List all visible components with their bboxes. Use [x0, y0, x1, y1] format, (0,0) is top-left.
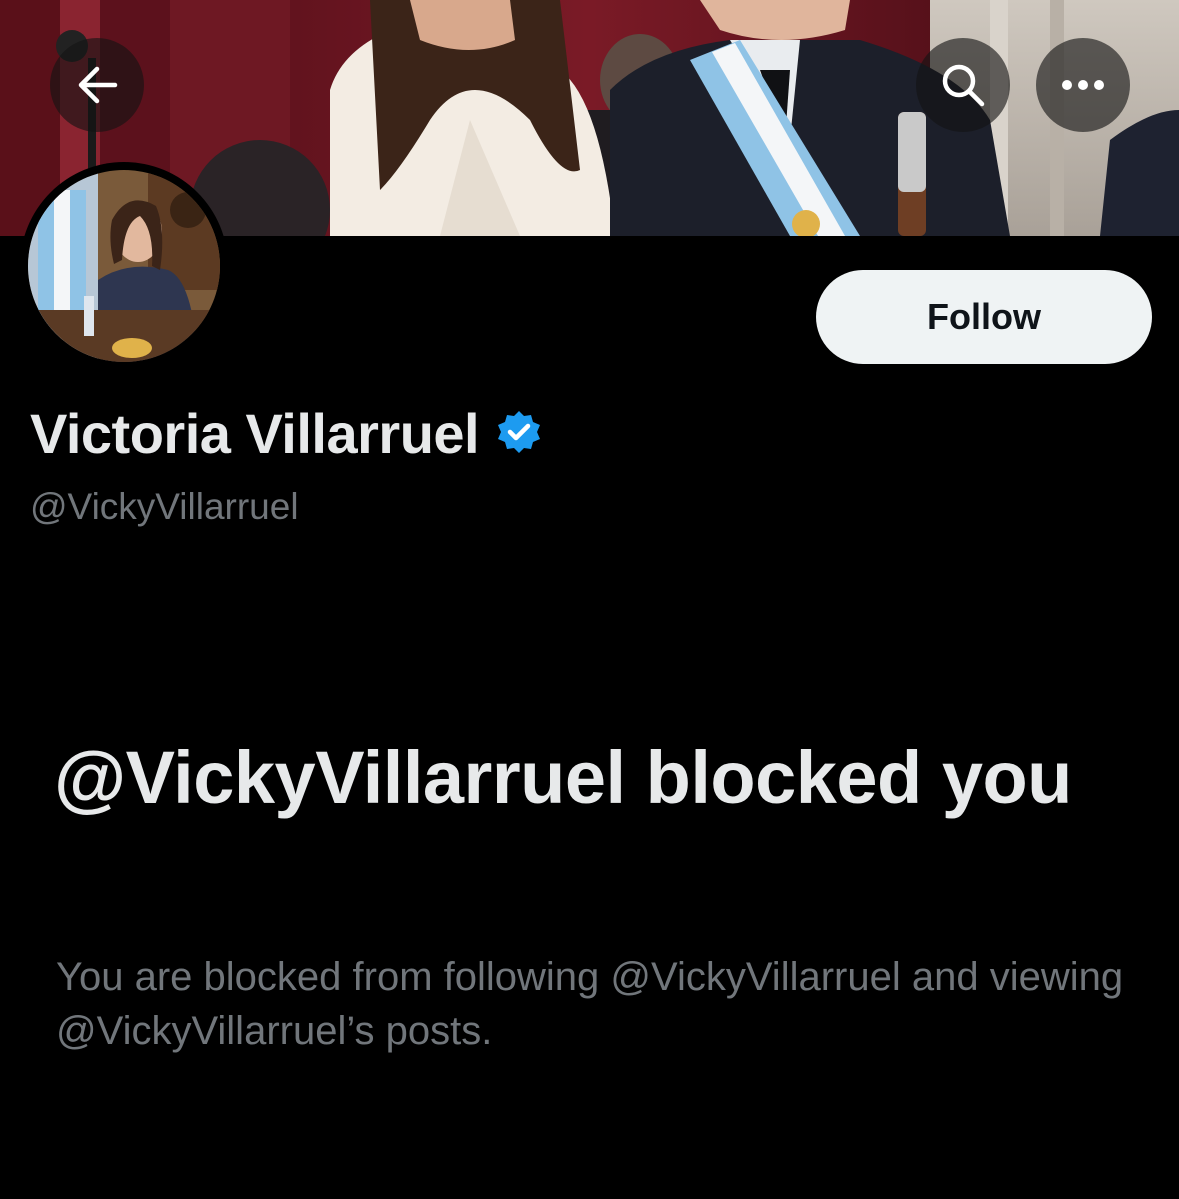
display-name: Victoria Villarruel — [30, 401, 480, 465]
profile-avatar[interactable] — [20, 162, 228, 370]
search-icon — [942, 64, 985, 107]
avatar-image — [28, 170, 220, 362]
search-button[interactable] — [916, 38, 1010, 132]
follow-button[interactable]: Follow — [816, 270, 1152, 364]
profile-name-row: Victoria Villarruel — [30, 398, 543, 468]
more-horizontal-icon — [1062, 80, 1104, 90]
arrow-left-icon — [78, 66, 118, 104]
back-button[interactable] — [50, 38, 144, 132]
verified-badge-icon[interactable] — [495, 409, 543, 457]
profile-handle: @VickyVillarruel — [30, 486, 299, 527]
blocked-description: You are blocked from following @VickyVil… — [56, 955, 1124, 1053]
more-options-button[interactable] — [1036, 38, 1130, 132]
blocked-title: @VickyVillarruel blocked you — [54, 736, 1072, 819]
